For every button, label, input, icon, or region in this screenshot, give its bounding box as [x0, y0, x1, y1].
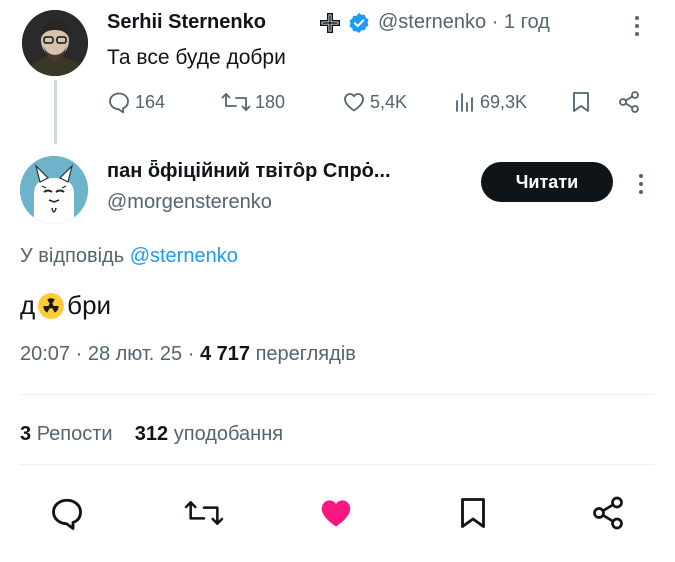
parent-tweet-text: Та все буде добри — [107, 46, 286, 69]
parent-views-button[interactable]: 69,3K — [454, 90, 527, 114]
parent-share-button[interactable] — [617, 90, 641, 114]
repost-count: 180 — [255, 91, 286, 112]
more-options-icon[interactable] — [633, 14, 641, 38]
likes-label: уподобання — [173, 423, 284, 445]
main-display-name[interactable]: пан ȫфіційний твітȏр Спрȯ... — [107, 160, 391, 183]
reposts-number: 3 — [20, 423, 32, 445]
views-number: 4 717 — [199, 343, 250, 365]
parent-time[interactable]: · 1 год — [492, 11, 550, 33]
repost-button[interactable] — [184, 495, 224, 531]
bookmark-icon — [461, 498, 485, 528]
reply-mention-link[interactable]: @sternenko — [130, 245, 238, 267]
main-handle[interactable]: @morgensterenko — [107, 191, 272, 214]
like-button[interactable] — [318, 495, 354, 531]
parent-bookmark-button[interactable] — [570, 90, 592, 114]
likes-stat[interactable]: 312 уподобання — [135, 423, 283, 445]
reply-context: У відповідь @sternenko — [20, 245, 238, 268]
reply-icon — [109, 92, 129, 114]
share-icon — [619, 91, 639, 113]
tweet-meta: 20:07 · 28 лют. 25 · 4 717 переглядів — [20, 343, 356, 366]
parent-avatar[interactable] — [22, 10, 88, 76]
follow-button[interactable]: Читати — [481, 162, 613, 202]
thread-line — [54, 80, 57, 144]
reply-prefix: У відповідь — [20, 245, 125, 267]
reply-count: 164 — [135, 91, 166, 112]
reposts-stat[interactable]: 3 Репости — [20, 423, 113, 445]
parent-handle-time[interactable]: @sternenko · 1 год — [378, 11, 550, 34]
bookmark-button[interactable] — [455, 495, 491, 531]
reply-icon — [52, 498, 82, 530]
timestamp[interactable]: 20:07 · 28 лют. 25 · — [20, 343, 194, 365]
main-tweet-text: д бри — [20, 290, 111, 321]
reposts-label: Репости — [36, 423, 113, 445]
radioactive-emoji-icon — [38, 292, 65, 319]
tweet-text-start: д — [20, 290, 36, 320]
like-count: 5,4K — [370, 91, 408, 112]
repost-icon — [221, 93, 251, 111]
parent-display-name[interactable]: Serhii Sternenko — [107, 11, 266, 34]
main-avatar[interactable] — [20, 156, 88, 224]
repost-icon — [184, 501, 224, 525]
cross-icon — [319, 12, 341, 34]
parent-like-button[interactable]: 5,4K — [342, 90, 407, 114]
divider-bottom — [20, 464, 655, 465]
divider-top — [20, 394, 655, 395]
main-more-options-icon[interactable] — [637, 172, 645, 196]
views-label: переглядів — [255, 343, 356, 365]
bookmark-icon — [573, 92, 589, 112]
like-icon — [321, 500, 351, 527]
likes-number: 312 — [134, 423, 169, 445]
like-icon — [344, 93, 364, 112]
parent-repost-button[interactable]: 180 — [221, 90, 285, 114]
engagement-stats: 3 Репости 312 уподобання — [20, 423, 283, 446]
verified-badge-icon[interactable] — [348, 12, 370, 34]
reply-button[interactable] — [49, 495, 85, 531]
tweet-text-end: бри — [67, 290, 112, 320]
parent-reply-button[interactable]: 164 — [107, 90, 165, 114]
share-button[interactable] — [590, 495, 626, 531]
share-icon — [593, 496, 623, 530]
views-count: 69,3K — [480, 91, 528, 112]
views-icon — [456, 93, 473, 112]
parent-handle[interactable]: @sternenko — [378, 11, 486, 33]
